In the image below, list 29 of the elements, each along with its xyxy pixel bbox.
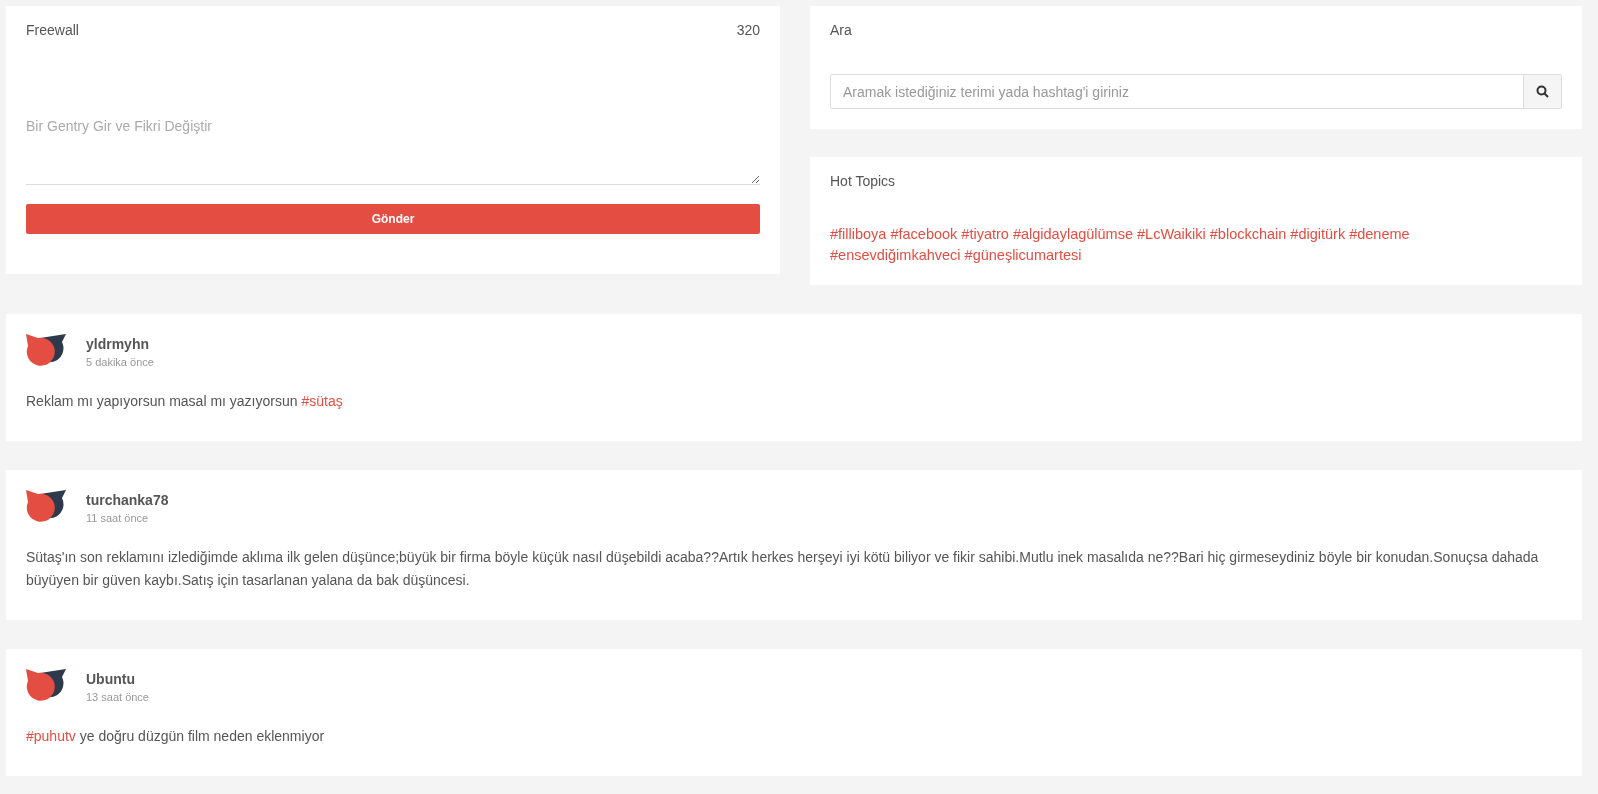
hashtag-link[interactable]: #digitürk xyxy=(1290,225,1346,244)
username: turchanka78 xyxy=(86,492,169,508)
post-text: Sütaş'ın son reklamını izlediğimde aklıma ilk gelen düşünce;büyük bir firma böyle küçük nasıl düşebildi acaba??Artık herkes herşeyi iyi kötü biliyor ve fikir sahibi.Mutlu inek masalıda ne??Bari hiç girmeseydiniz böyle bir konudan.Sonuçsa dahada büyüyen bir güven kaybı.Satış için tasarlanan yalana da bak düşüncesi. xyxy=(26,548,1540,590)
post-text: Reklam mı yapıyorsun masal mı yazıyorsun #sütaş xyxy=(26,392,344,411)
hashtag-link[interactable]: #ensevdiğimkahveci xyxy=(830,246,961,265)
post-text: #puhutv ye doğru düzgün film neden eklenmiyor xyxy=(26,727,326,746)
card-title: Ara xyxy=(830,22,852,38)
hashtag-link[interactable]: #sütaş xyxy=(301,393,343,409)
card-title: Freewall xyxy=(26,22,79,38)
username: yldrmyhn xyxy=(86,336,150,352)
hashtag-link[interactable]: #güneşlicumartesi xyxy=(964,246,1082,265)
hashtag-link[interactable]: #deneme xyxy=(1349,225,1410,244)
hashtag-link[interactable]: #tiyatro xyxy=(961,225,1009,244)
post-time: 11 saat önce xyxy=(86,512,150,524)
search-field[interactable]: Aramak istediğiniz terimi yada hashtag'i giriniz xyxy=(830,74,1562,109)
hashtag-link[interactable]: #facebook xyxy=(890,225,958,244)
username: Ubuntu xyxy=(86,671,136,687)
post-time: 5 dakika önce xyxy=(86,356,154,368)
hashtag-link[interactable]: #blockchain xyxy=(1209,225,1287,244)
search-icon xyxy=(1536,85,1549,98)
search-button[interactable] xyxy=(1523,75,1561,108)
hashtag-link[interactable]: #filliboya xyxy=(830,225,887,244)
hashtag-link[interactable]: #algidaylagülümse xyxy=(1012,225,1133,244)
hashtag-link[interactable]: #puhutv xyxy=(26,728,76,744)
post-time: 13 saat önce xyxy=(86,691,149,703)
card-title: Hot Topics xyxy=(830,173,896,189)
send-button[interactable]: Gönder xyxy=(26,204,760,234)
character-count: 320 xyxy=(736,22,760,38)
hashtag-link[interactable]: #LcWaikiki xyxy=(1137,225,1206,244)
